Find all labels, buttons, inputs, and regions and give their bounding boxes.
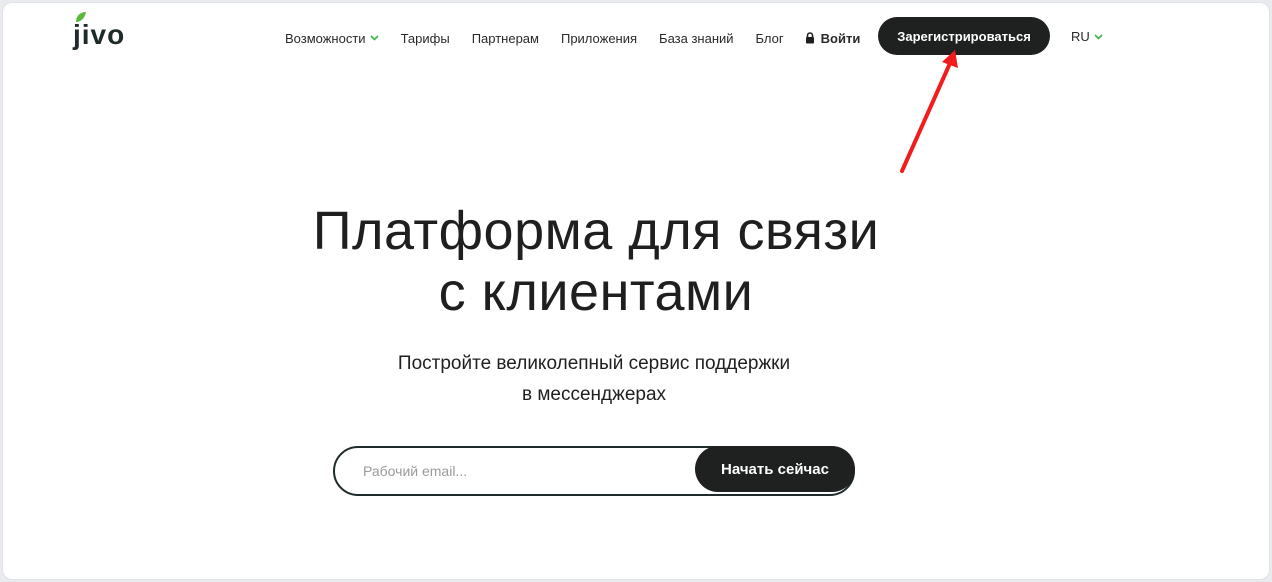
- nav-item-label: База знаний: [659, 30, 734, 46]
- nav-item-label: Приложения: [560, 30, 638, 46]
- nav-item-pricing[interactable]: Тарифы: [401, 31, 450, 46]
- nav-item-blog[interactable]: Блог: [756, 31, 784, 46]
- hero-title: Платформа для связи с клиентами: [3, 201, 1189, 323]
- nav-item-label: Партнерам: [471, 30, 539, 46]
- nav-item-label: Тарифы: [400, 30, 450, 46]
- main-nav: Возможности Тарифы Партнерам Приложения …: [285, 27, 882, 49]
- chevron-down-icon: [1094, 33, 1103, 40]
- hero-title-line1: Платформа для связи: [312, 201, 880, 261]
- logo-text: jivo: [73, 19, 126, 50]
- nav-item-features[interactable]: Возможности: [285, 31, 379, 46]
- lock-icon: [805, 32, 814, 44]
- login-link[interactable]: Войти: [805, 30, 861, 46]
- nav-item-label: Возможности: [285, 30, 366, 46]
- start-now-button[interactable]: Начать сейчас: [695, 446, 855, 492]
- language-label: RU: [1071, 29, 1090, 44]
- hero-subtitle-line2: в мессенджерах: [521, 384, 667, 405]
- nav-item-apps[interactable]: Приложения: [561, 31, 637, 46]
- nav-item-label: Блог: [755, 30, 784, 46]
- login-label: Войти: [820, 30, 861, 46]
- page-frame: jivo Возможности Тарифы Партнерам Прилож…: [2, 2, 1270, 580]
- hero-subtitle-line1: Постройте великолепный сервис поддержки: [397, 353, 791, 374]
- nav-item-knowledge-base[interactable]: База знаний: [659, 31, 734, 46]
- hero-title-line2: с клиентами: [438, 262, 754, 322]
- nav-item-partners[interactable]: Партнерам: [472, 31, 539, 46]
- jivo-logo[interactable]: jivo: [73, 11, 143, 57]
- register-button[interactable]: Зарегистрироваться: [878, 17, 1050, 55]
- signup-form: Начать сейчас: [333, 446, 855, 496]
- hero-subtitle: Постройте великолепный сервис поддержки …: [3, 348, 1185, 410]
- language-selector[interactable]: RU: [1071, 29, 1103, 44]
- chevron-down-icon: [369, 35, 379, 41]
